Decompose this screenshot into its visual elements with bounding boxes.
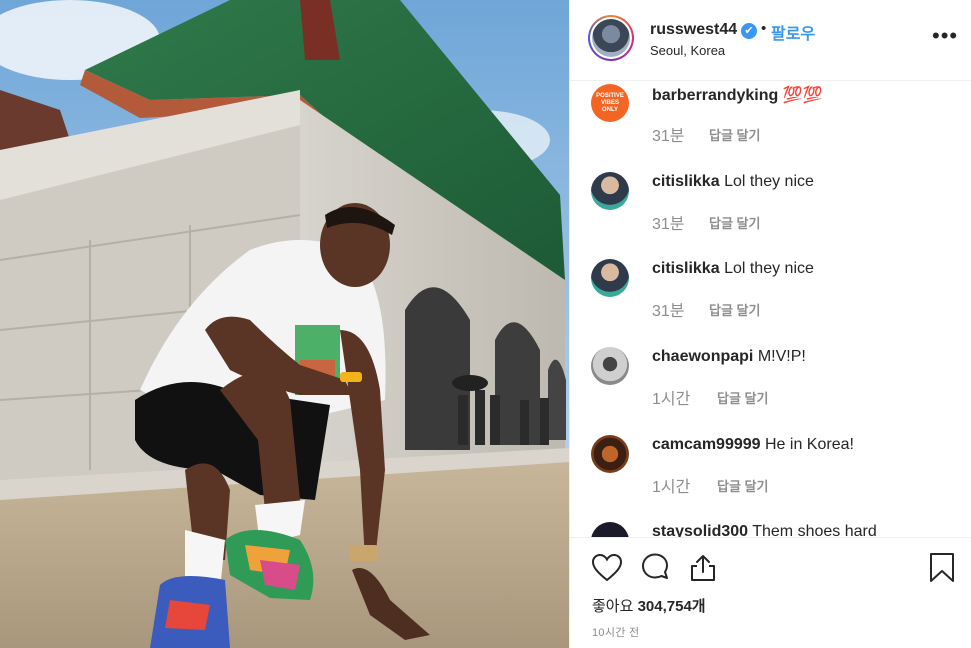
commenter-username[interactable]: camcam99999: [652, 436, 761, 453]
comment-item: camcam99999 He in Korea! 1시간 답글 달기: [570, 433, 971, 521]
comment-item: citislikka Lol they nice 31분 답글 달기: [570, 257, 971, 345]
comment-text: Lol they nice: [724, 260, 814, 277]
post-photo[interactable]: [0, 0, 569, 648]
commenter-avatar[interactable]: POSITIVE VIBES ONLY: [591, 84, 629, 122]
bookmark-icon[interactable]: [928, 552, 956, 584]
heart-icon[interactable]: [591, 552, 623, 584]
post-side-panel: russwest44 ✔ • 팔로우 Seoul, Korea ••• POSI…: [569, 0, 971, 648]
post-actions: 좋아요 304,754개 10시간 전: [570, 537, 971, 648]
commenter-avatar[interactable]: [591, 435, 629, 473]
more-options-icon[interactable]: •••: [932, 25, 958, 47]
post-location[interactable]: Seoul, Korea: [650, 43, 725, 58]
share-icon[interactable]: [687, 552, 719, 584]
comment-time[interactable]: 1시간: [652, 473, 690, 497]
comment-item: citislikka Lol they nice 31분 답글 달기: [570, 170, 971, 258]
commenter-avatar[interactable]: [591, 347, 629, 385]
post-header: russwest44 ✔ • 팔로우 Seoul, Korea •••: [570, 0, 971, 81]
commenter-username[interactable]: citislikka: [652, 260, 720, 277]
comment-text: M!V!P!: [757, 348, 806, 365]
post-timestamp[interactable]: 10시간 전: [592, 624, 639, 640]
commenter-avatar[interactable]: [591, 172, 629, 210]
comment-text: Them shoes hard: [752, 523, 877, 537]
commenter-avatar[interactable]: [591, 522, 629, 537]
comments-list[interactable]: POSITIVE VIBES ONLY barberrandyking 💯💯 3…: [570, 82, 971, 537]
comment-text: 💯💯: [782, 87, 823, 104]
avatar-text: POSITIVE VIBES ONLY: [596, 92, 624, 113]
comment-time[interactable]: 31분: [652, 297, 685, 321]
reply-button[interactable]: 답글 달기: [717, 476, 768, 495]
reply-button[interactable]: 답글 달기: [709, 300, 760, 319]
comment-time[interactable]: 31분: [652, 122, 685, 146]
reply-button[interactable]: 답글 달기: [717, 388, 768, 407]
commenter-avatar[interactable]: [591, 259, 629, 297]
comment-bubble-icon[interactable]: [639, 552, 671, 584]
comment-text: He in Korea!: [765, 436, 854, 453]
author-username[interactable]: russwest44: [650, 21, 737, 39]
like-number: 304,754개: [637, 598, 706, 615]
comment-time[interactable]: 31분: [652, 210, 685, 234]
comment-item: chaewonpapi M!V!P! 1시간 답글 달기: [570, 345, 971, 433]
commenter-username[interactable]: staysolid300: [652, 523, 748, 537]
verified-badge-icon: ✔: [741, 23, 757, 39]
comment-time[interactable]: 1시간: [652, 385, 690, 409]
like-count[interactable]: 좋아요 304,754개: [592, 595, 706, 616]
reply-button[interactable]: 답글 달기: [709, 213, 760, 232]
comment-item: staysolid300 Them shoes hard: [570, 520, 971, 537]
header-separator: •: [761, 20, 767, 37]
comment-text: Lol they nice: [724, 173, 814, 190]
author-avatar[interactable]: [588, 15, 634, 61]
comment-item: POSITIVE VIBES ONLY barberrandyking 💯💯 3…: [570, 82, 971, 170]
commenter-username[interactable]: chaewonpapi: [652, 348, 753, 365]
commenter-username[interactable]: citislikka: [652, 173, 720, 190]
commenter-username[interactable]: barberrandyking: [652, 87, 778, 104]
post-image-illustration: [0, 0, 569, 648]
like-label: 좋아요: [592, 598, 634, 615]
follow-button[interactable]: 팔로우: [771, 20, 815, 44]
reply-button[interactable]: 답글 달기: [709, 125, 760, 144]
